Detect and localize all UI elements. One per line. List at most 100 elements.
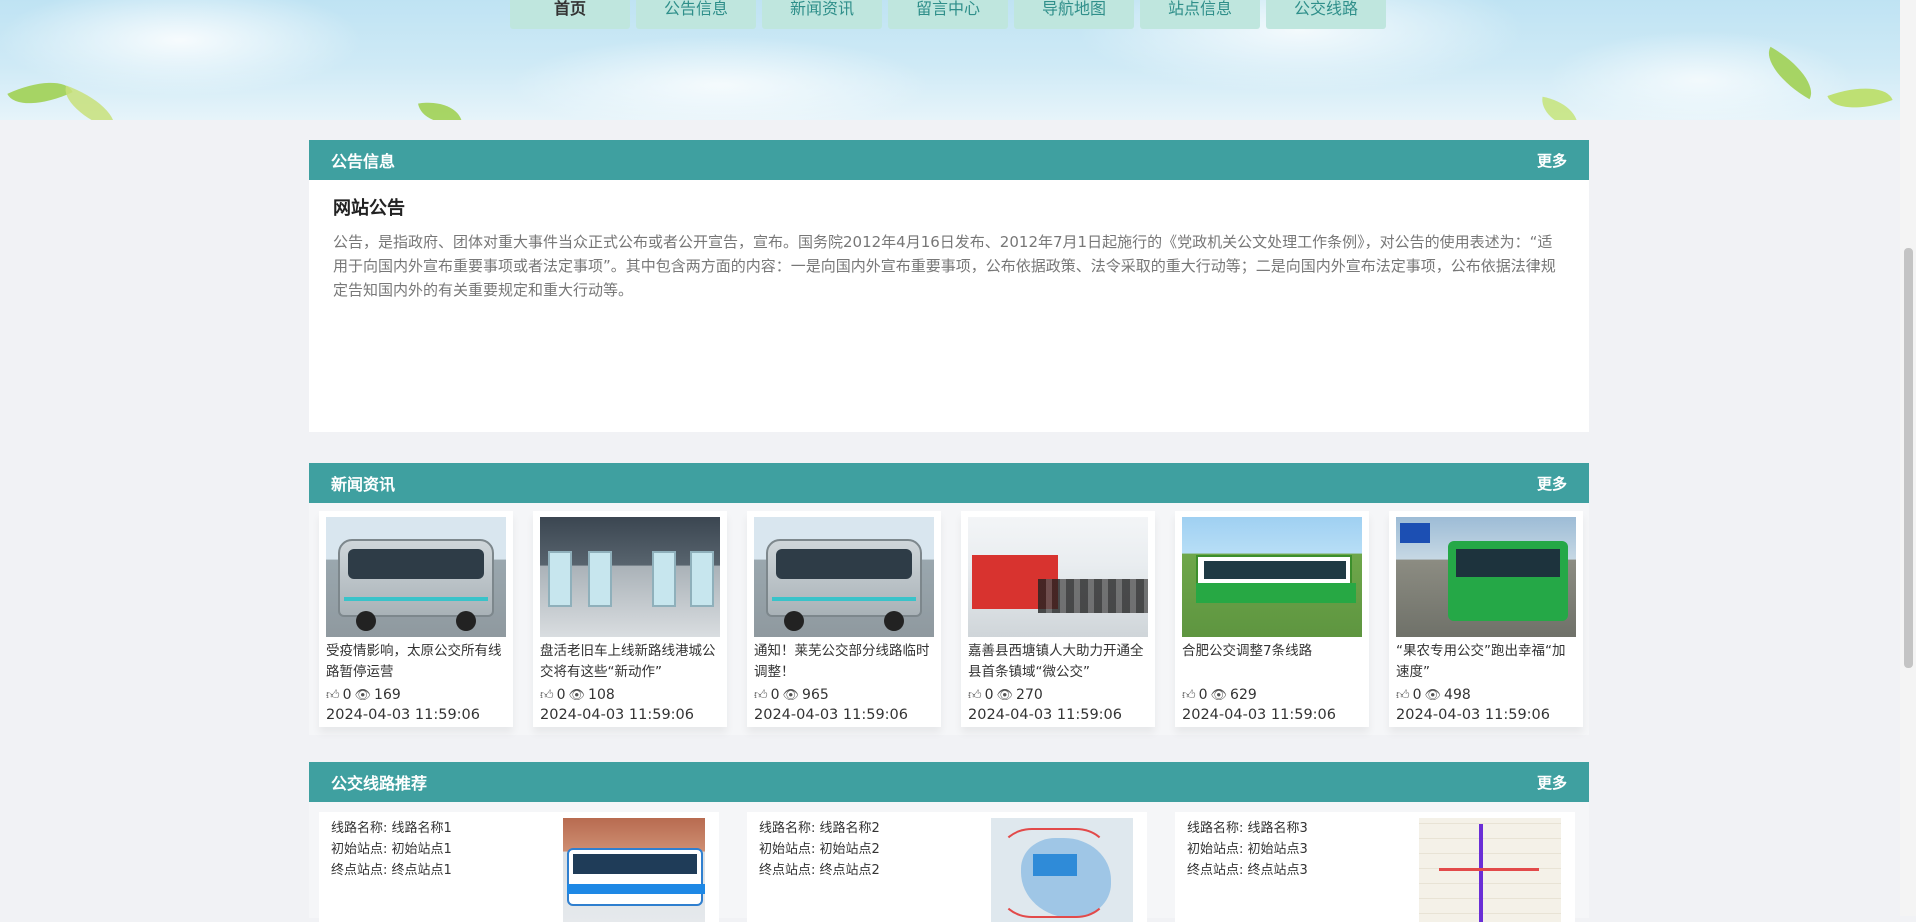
eye-icon: 👁︎ bbox=[354, 687, 372, 703]
news-stats: 👍︎ 0 👁︎ 498 bbox=[1396, 687, 1576, 703]
leaf-decoration bbox=[418, 96, 462, 120]
news-title[interactable]: 通知！莱芜公交部分线路临时调整！ bbox=[754, 641, 934, 683]
like-count: 0 bbox=[556, 687, 566, 703]
news-card[interactable]: 受疫情影响，太原公交所有线路暂停运营 👍︎ 0 👁︎ 169 2024-04-0… bbox=[319, 511, 513, 727]
news-image[interactable] bbox=[754, 517, 934, 637]
notice-title[interactable]: 网站公告 bbox=[333, 194, 1565, 220]
news-title[interactable]: 盘活老旧车上线新路线港城公交将有这些“新动作” bbox=[540, 641, 720, 683]
news-image[interactable] bbox=[1396, 517, 1576, 637]
nav-tab-news[interactable]: 新闻资讯 bbox=[762, 0, 882, 29]
news-title[interactable]: 受疫情影响，太原公交所有线路暂停运营 bbox=[326, 641, 506, 683]
nav-tab-routes[interactable]: 公交线路 bbox=[1266, 0, 1386, 29]
news-panel-title: 新闻资讯 bbox=[331, 475, 396, 494]
news-image[interactable] bbox=[326, 517, 506, 637]
news-stats: 👍︎ 0 👁︎ 629 bbox=[1182, 687, 1362, 703]
like-count: 0 bbox=[770, 687, 780, 703]
scrollbar-thumb[interactable] bbox=[1904, 248, 1913, 668]
thumbs-up-icon[interactable]: 👍︎ bbox=[1182, 688, 1196, 703]
route-name: 线路名称: 线路名称1 bbox=[331, 821, 452, 836]
notice-panel: 公告信息 更多 网站公告 公告，是指政府、团体对重大事件当众正式公布或者公开宣告… bbox=[309, 140, 1589, 432]
header-banner: 首页 公告信息 新闻资讯 留言中心 导航地图 站点信息 公交线路 bbox=[0, 0, 1900, 120]
routes-more-link[interactable]: 更多 bbox=[1537, 772, 1567, 793]
eye-icon: 👁︎ bbox=[568, 687, 586, 703]
route-end: 终点站点: 终点站点2 bbox=[759, 863, 880, 878]
news-date: 2024-04-03 11:59:06 bbox=[1396, 707, 1550, 723]
news-card[interactable]: 嘉善县西塘镇人大助力开通全县首条镇域“微公交” 👍︎ 0 👁︎ 270 2024… bbox=[961, 511, 1155, 727]
route-image[interactable] bbox=[563, 818, 705, 922]
eye-icon: 👁︎ bbox=[1210, 687, 1228, 703]
nav-tab-stations[interactable]: 站点信息 bbox=[1140, 0, 1260, 29]
eye-icon: 👁︎ bbox=[1424, 687, 1442, 703]
route-start: 初始站点: 初始站点2 bbox=[759, 842, 880, 857]
news-title[interactable]: 合肥公交调整7条线路 bbox=[1182, 641, 1362, 683]
route-map-image[interactable] bbox=[991, 818, 1133, 922]
eye-icon: 👁︎ bbox=[996, 687, 1014, 703]
view-count: 498 bbox=[1444, 687, 1471, 703]
nav-tab-notice[interactable]: 公告信息 bbox=[636, 0, 756, 29]
eye-icon: 👁︎ bbox=[782, 687, 800, 703]
routes-panel-title: 公交线路推荐 bbox=[331, 774, 428, 793]
route-card[interactable]: 线路名称: 线路名称2 初始站点: 初始站点2 终点站点: 终点站点2 bbox=[747, 812, 1147, 922]
news-date: 2024-04-03 11:59:06 bbox=[540, 707, 694, 723]
notice-body: 网站公告 公告，是指政府、团体对重大事件当众正式公布或者公开宣告，宣布。国务院2… bbox=[309, 180, 1589, 432]
route-name: 线路名称: 线路名称2 bbox=[759, 821, 880, 836]
nav-tab-map[interactable]: 导航地图 bbox=[1014, 0, 1134, 29]
like-count: 0 bbox=[984, 687, 994, 703]
view-count: 169 bbox=[374, 687, 401, 703]
view-count: 270 bbox=[1016, 687, 1043, 703]
route-card[interactable]: 线路名称: 线路名称1 初始站点: 初始站点1 终点站点: 终点站点1 bbox=[319, 812, 719, 922]
nav-tab-messages[interactable]: 留言中心 bbox=[888, 0, 1008, 29]
route-name: 线路名称: 线路名称3 bbox=[1187, 821, 1308, 836]
news-date: 2024-04-03 11:59:06 bbox=[968, 707, 1122, 723]
routes-panel: 公交线路推荐 更多 线路名称: 线路名称1 初始站点: 初始站点1 终点站点: … bbox=[309, 762, 1589, 922]
notice-panel-title: 公告信息 bbox=[331, 152, 396, 171]
route-end: 终点站点: 终点站点1 bbox=[331, 863, 452, 878]
thumbs-up-icon[interactable]: 👍︎ bbox=[754, 688, 768, 703]
news-stats: 👍︎ 0 👁︎ 108 bbox=[540, 687, 720, 703]
leaf-decoration bbox=[7, 68, 73, 118]
like-count: 0 bbox=[1412, 687, 1422, 703]
thumbs-up-icon[interactable]: 👍︎ bbox=[968, 688, 982, 703]
view-count: 965 bbox=[802, 687, 829, 703]
leaf-decoration bbox=[57, 85, 123, 120]
leaf-decoration bbox=[1827, 75, 1893, 120]
news-title[interactable]: “果农专用公交”跑出幸福“加速度” bbox=[1396, 641, 1576, 683]
news-list: 受疫情影响，太原公交所有线路暂停运营 👍︎ 0 👁︎ 169 2024-04-0… bbox=[309, 503, 1589, 735]
route-start: 初始站点: 初始站点3 bbox=[1187, 842, 1308, 857]
view-count: 629 bbox=[1230, 687, 1257, 703]
news-stats: 👍︎ 0 👁︎ 965 bbox=[754, 687, 934, 703]
news-image[interactable] bbox=[540, 517, 720, 637]
thumbs-up-icon[interactable]: 👍︎ bbox=[540, 688, 554, 703]
notice-panel-header: 公告信息 更多 bbox=[309, 140, 1589, 180]
thumbs-up-icon[interactable]: 👍︎ bbox=[1396, 688, 1410, 703]
like-count: 0 bbox=[342, 687, 352, 703]
news-image[interactable] bbox=[968, 517, 1148, 637]
news-card[interactable]: 通知！莱芜公交部分线路临时调整！ 👍︎ 0 👁︎ 965 2024-04-03 … bbox=[747, 511, 941, 727]
like-count: 0 bbox=[1198, 687, 1208, 703]
route-list: 线路名称: 线路名称1 初始站点: 初始站点1 终点站点: 终点站点1 线路名称… bbox=[309, 802, 1589, 922]
route-card[interactable]: 线路名称: 线路名称3 初始站点: 初始站点3 终点站点: 终点站点3 bbox=[1175, 812, 1575, 922]
news-image[interactable] bbox=[1182, 517, 1362, 637]
view-count: 108 bbox=[588, 687, 615, 703]
nav-tab-home[interactable]: 首页 bbox=[510, 0, 630, 29]
news-title[interactable]: 嘉善县西塘镇人大助力开通全县首条镇域“微公交” bbox=[968, 641, 1148, 683]
thumbs-up-icon[interactable]: 👍︎ bbox=[326, 688, 340, 703]
route-end: 终点站点: 终点站点3 bbox=[1187, 863, 1308, 878]
news-stats: 👍︎ 0 👁︎ 270 bbox=[968, 687, 1148, 703]
news-card[interactable]: “果农专用公交”跑出幸福“加速度” 👍︎ 0 👁︎ 498 2024-04-03… bbox=[1389, 511, 1583, 727]
route-start: 初始站点: 初始站点1 bbox=[331, 842, 452, 857]
notice-more-link[interactable]: 更多 bbox=[1537, 150, 1567, 171]
route-info: 线路名称: 线路名称1 初始站点: 初始站点1 终点站点: 终点站点1 bbox=[331, 818, 452, 922]
news-stats: 👍︎ 0 👁︎ 169 bbox=[326, 687, 506, 703]
news-date: 2024-04-03 11:59:06 bbox=[1182, 707, 1336, 723]
news-card[interactable]: 盘活老旧车上线新路线港城公交将有这些“新动作” 👍︎ 0 👁︎ 108 2024… bbox=[533, 511, 727, 727]
news-more-link[interactable]: 更多 bbox=[1537, 473, 1567, 494]
leaf-decoration bbox=[1538, 96, 1582, 120]
news-card[interactable]: 合肥公交调整7条线路 👍︎ 0 👁︎ 629 2024-04-03 11:59:… bbox=[1175, 511, 1369, 727]
route-info: 线路名称: 线路名称3 初始站点: 初始站点3 终点站点: 终点站点3 bbox=[1187, 818, 1308, 922]
route-map-image[interactable] bbox=[1419, 818, 1561, 922]
news-date: 2024-04-03 11:59:06 bbox=[326, 707, 480, 723]
route-info: 线路名称: 线路名称2 初始站点: 初始站点2 终点站点: 终点站点2 bbox=[759, 818, 880, 922]
routes-panel-header: 公交线路推荐 更多 bbox=[309, 762, 1589, 802]
leaf-decoration bbox=[1757, 46, 1823, 100]
